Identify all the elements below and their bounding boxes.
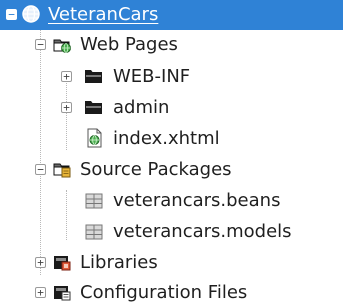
collapse-toggle[interactable]: −: [35, 39, 46, 50]
tree-node-label: index.xhtml: [113, 128, 220, 149]
tree-node-configuration-files[interactable]: + Configuration Files: [0, 278, 343, 308]
tree-node-label: Web Pages: [80, 34, 178, 55]
tree-node-veterancars-beans[interactable]: veterancars.beans: [0, 186, 343, 216]
project-tree: − VeteranCars − Web Pages + WEB-INF + ad…: [0, 0, 343, 303]
tree-node-admin[interactable]: + admin: [0, 93, 343, 123]
xhtml-file-icon: [87, 128, 102, 148]
source-packages-icon: [53, 163, 71, 178]
tree-node-source-packages[interactable]: − Source Packages: [0, 155, 343, 185]
libraries-icon: [54, 256, 71, 271]
tree-node-veterancars[interactable]: − VeteranCars: [0, 0, 343, 30]
tree-node-index-xhtml[interactable]: index.xhtml: [0, 124, 343, 154]
tree-node-web-inf[interactable]: + WEB-INF: [0, 62, 343, 92]
tree-node-label: VeteranCars: [48, 4, 159, 25]
tree-node-label: Source Packages: [80, 159, 232, 180]
tree-node-label: Configuration Files: [80, 282, 248, 303]
tree-node-label: Libraries: [80, 252, 158, 273]
expand-toggle[interactable]: +: [61, 71, 72, 82]
expand-toggle[interactable]: +: [35, 257, 46, 268]
package-icon: [85, 193, 103, 209]
collapse-toggle[interactable]: −: [6, 9, 17, 20]
folder-icon: [85, 70, 102, 83]
globe-project-icon: [22, 5, 40, 23]
tree-node-web-pages[interactable]: − Web Pages: [0, 30, 343, 60]
package-icon: [85, 224, 103, 240]
tree-node-libraries[interactable]: + Libraries: [0, 248, 343, 278]
config-files-icon: [54, 286, 71, 301]
tree-node-label: admin: [113, 97, 170, 118]
tree-node-veterancars-models[interactable]: veterancars.models: [0, 217, 343, 247]
tree-node-label: WEB-INF: [113, 66, 191, 87]
tree-node-label: veterancars.models: [113, 221, 292, 242]
expand-toggle[interactable]: +: [35, 287, 46, 298]
expand-toggle[interactable]: +: [61, 102, 72, 113]
web-pages-folder-icon: [53, 39, 71, 53]
folder-icon: [85, 101, 102, 114]
collapse-toggle[interactable]: −: [35, 164, 46, 175]
tree-node-label: veterancars.beans: [113, 190, 281, 211]
